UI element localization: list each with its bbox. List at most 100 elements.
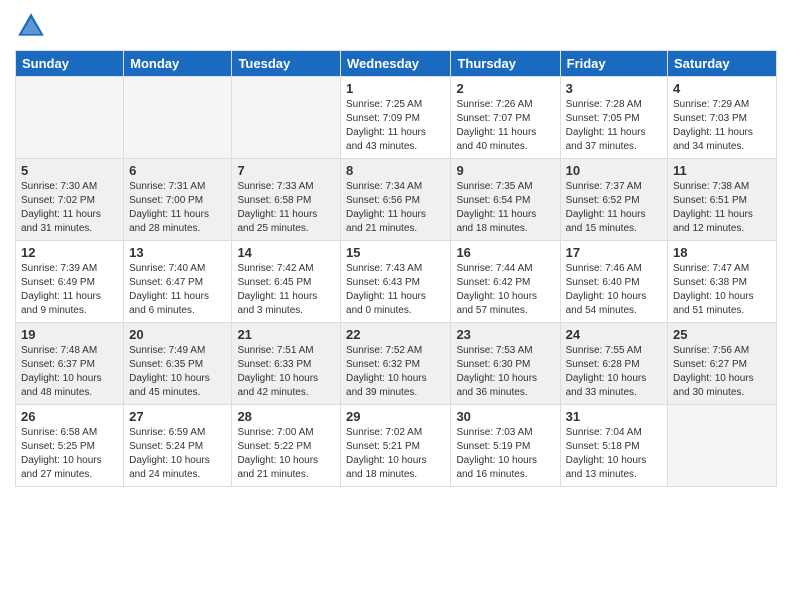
day-info: Sunrise: 7:55 AM Sunset: 6:28 PM Dayligh…: [566, 344, 662, 400]
day-info: Sunrise: 7:29 AM Sunset: 7:03 PM Dayligh…: [673, 98, 771, 154]
col-tuesday: Tuesday: [232, 51, 341, 77]
day-info: Sunrise: 7:00 AM Sunset: 5:22 PM Dayligh…: [237, 426, 335, 482]
day-number: 22: [346, 327, 445, 342]
day-info: Sunrise: 7:31 AM Sunset: 7:00 PM Dayligh…: [129, 180, 226, 236]
calendar-cell: 22 Sunrise: 7:52 AM Sunset: 6:32 PM Dayli…: [341, 323, 451, 405]
day-number: 11: [673, 163, 771, 178]
day-info: Sunrise: 7:51 AM Sunset: 6:33 PM Dayligh…: [237, 344, 335, 400]
calendar-cell: 31 Sunrise: 7:04 AM Sunset: 5:18 PM Dayli…: [560, 405, 667, 487]
calendar-cell: 28 Sunrise: 7:00 AM Sunset: 5:22 PM Dayli…: [232, 405, 341, 487]
day-info: Sunrise: 7:02 AM Sunset: 5:21 PM Dayligh…: [346, 426, 445, 482]
calendar-cell: 25Sunrise: 7:56 AM Sunset: 6:27 PM Dayli…: [668, 323, 777, 405]
day-number: 8: [346, 163, 445, 178]
day-info: Sunrise: 7:56 AM Sunset: 6:27 PM Dayligh…: [673, 344, 771, 400]
day-number: 30: [456, 409, 554, 424]
day-info: Sunrise: 7:03 AM Sunset: 5:19 PM Dayligh…: [456, 426, 554, 482]
day-number: 7: [237, 163, 335, 178]
day-number: 10: [566, 163, 662, 178]
day-number: 1: [346, 81, 445, 96]
day-info: Sunrise: 7:35 AM Sunset: 6:54 PM Dayligh…: [456, 180, 554, 236]
calendar-cell: 20 Sunrise: 7:49 AM Sunset: 6:35 PM Dayli…: [124, 323, 232, 405]
day-info: Sunrise: 7:42 AM Sunset: 6:45 PM Dayligh…: [237, 262, 335, 318]
calendar-cell: 13 Sunrise: 7:40 AM Sunset: 6:47 PM Dayli…: [124, 241, 232, 323]
day-number: 17: [566, 245, 662, 260]
main-container: Sunday Monday Tuesday Wednesday Thursday…: [0, 0, 792, 612]
calendar-cell: 30 Sunrise: 7:03 AM Sunset: 5:19 PM Dayli…: [451, 405, 560, 487]
day-number: 13: [129, 245, 226, 260]
calendar-cell: 27 Sunrise: 6:59 AM Sunset: 5:24 PM Dayli…: [124, 405, 232, 487]
day-number: 31: [566, 409, 662, 424]
calendar-cell: 21 Sunrise: 7:51 AM Sunset: 6:33 PM Dayli…: [232, 323, 341, 405]
day-number: 5: [21, 163, 118, 178]
calendar-cell: 8 Sunrise: 7:34 AM Sunset: 6:56 PM Daylig…: [341, 159, 451, 241]
week-row-3: 19 Sunrise: 7:48 AM Sunset: 6:37 PM Dayli…: [16, 323, 777, 405]
calendar-cell: 9 Sunrise: 7:35 AM Sunset: 6:54 PM Daylig…: [451, 159, 560, 241]
day-number: 3: [566, 81, 662, 96]
calendar-table: Sunday Monday Tuesday Wednesday Thursday…: [15, 50, 777, 487]
day-number: 6: [129, 163, 226, 178]
day-number: 18: [673, 245, 771, 260]
day-info: Sunrise: 7:30 AM Sunset: 7:02 PM Dayligh…: [21, 180, 118, 236]
calendar-cell: 16 Sunrise: 7:44 AM Sunset: 6:42 PM Dayli…: [451, 241, 560, 323]
day-info: Sunrise: 7:28 AM Sunset: 7:05 PM Dayligh…: [566, 98, 662, 154]
col-monday: Monday: [124, 51, 232, 77]
day-info: Sunrise: 7:38 AM Sunset: 6:51 PM Dayligh…: [673, 180, 771, 236]
calendar-cell: 17Sunrise: 7:46 AM Sunset: 6:40 PM Dayli…: [560, 241, 667, 323]
calendar-cell: 23Sunrise: 7:53 AM Sunset: 6:30 PM Dayli…: [451, 323, 560, 405]
calendar-cell: 29 Sunrise: 7:02 AM Sunset: 5:21 PM Dayli…: [341, 405, 451, 487]
header: [15, 10, 777, 42]
week-row-2: 12 Sunrise: 7:39 AM Sunset: 6:49 PM Dayli…: [16, 241, 777, 323]
calendar-cell: [16, 77, 124, 159]
logo: [15, 10, 51, 42]
day-info: Sunrise: 7:37 AM Sunset: 6:52 PM Dayligh…: [566, 180, 662, 236]
calendar-cell: 15Sunrise: 7:43 AM Sunset: 6:43 PM Dayli…: [341, 241, 451, 323]
calendar-cell: [124, 77, 232, 159]
day-number: 23: [456, 327, 554, 342]
day-info: Sunrise: 6:59 AM Sunset: 5:24 PM Dayligh…: [129, 426, 226, 482]
col-saturday: Saturday: [668, 51, 777, 77]
day-number: 15: [346, 245, 445, 260]
col-thursday: Thursday: [451, 51, 560, 77]
day-number: 20: [129, 327, 226, 342]
day-number: 19: [21, 327, 118, 342]
day-number: 14: [237, 245, 335, 260]
calendar-cell: 12 Sunrise: 7:39 AM Sunset: 6:49 PM Dayli…: [16, 241, 124, 323]
calendar-cell: 24Sunrise: 7:55 AM Sunset: 6:28 PM Dayli…: [560, 323, 667, 405]
day-number: 27: [129, 409, 226, 424]
day-number: 12: [21, 245, 118, 260]
day-number: 26: [21, 409, 118, 424]
day-info: Sunrise: 7:47 AM Sunset: 6:38 PM Dayligh…: [673, 262, 771, 318]
calendar-cell: 19 Sunrise: 7:48 AM Sunset: 6:37 PM Dayli…: [16, 323, 124, 405]
day-info: Sunrise: 7:39 AM Sunset: 6:49 PM Dayligh…: [21, 262, 118, 318]
logo-icon: [15, 10, 47, 42]
day-number: 28: [237, 409, 335, 424]
calendar-cell: 14 Sunrise: 7:42 AM Sunset: 6:45 PM Dayli…: [232, 241, 341, 323]
calendar-cell: 2Sunrise: 7:26 AM Sunset: 7:07 PM Daylig…: [451, 77, 560, 159]
day-info: Sunrise: 7:25 AM Sunset: 7:09 PM Dayligh…: [346, 98, 445, 154]
col-sunday: Sunday: [16, 51, 124, 77]
day-info: Sunrise: 7:48 AM Sunset: 6:37 PM Dayligh…: [21, 344, 118, 400]
calendar-cell: 4Sunrise: 7:29 AM Sunset: 7:03 PM Daylig…: [668, 77, 777, 159]
header-row: Sunday Monday Tuesday Wednesday Thursday…: [16, 51, 777, 77]
week-row-0: 1 Sunrise: 7:25 AM Sunset: 7:09 PM Daylig…: [16, 77, 777, 159]
day-number: 21: [237, 327, 335, 342]
day-info: Sunrise: 7:34 AM Sunset: 6:56 PM Dayligh…: [346, 180, 445, 236]
week-row-1: 5 Sunrise: 7:30 AM Sunset: 7:02 PM Daylig…: [16, 159, 777, 241]
calendar-cell: 11 Sunrise: 7:38 AM Sunset: 6:51 PM Dayli…: [668, 159, 777, 241]
day-info: Sunrise: 7:44 AM Sunset: 6:42 PM Dayligh…: [456, 262, 554, 318]
col-friday: Friday: [560, 51, 667, 77]
day-info: Sunrise: 7:40 AM Sunset: 6:47 PM Dayligh…: [129, 262, 226, 318]
day-number: 29: [346, 409, 445, 424]
calendar-cell: 26 Sunrise: 6:58 AM Sunset: 5:25 PM Dayli…: [16, 405, 124, 487]
day-number: 16: [456, 245, 554, 260]
calendar-cell: 5 Sunrise: 7:30 AM Sunset: 7:02 PM Daylig…: [16, 159, 124, 241]
calendar-cell: 18 Sunrise: 7:47 AM Sunset: 6:38 PM Dayli…: [668, 241, 777, 323]
day-number: 9: [456, 163, 554, 178]
day-info: Sunrise: 7:52 AM Sunset: 6:32 PM Dayligh…: [346, 344, 445, 400]
calendar-cell: 7Sunrise: 7:33 AM Sunset: 6:58 PM Daylig…: [232, 159, 341, 241]
day-info: Sunrise: 7:04 AM Sunset: 5:18 PM Dayligh…: [566, 426, 662, 482]
day-info: Sunrise: 6:58 AM Sunset: 5:25 PM Dayligh…: [21, 426, 118, 482]
calendar-cell: [668, 405, 777, 487]
day-info: Sunrise: 7:49 AM Sunset: 6:35 PM Dayligh…: [129, 344, 226, 400]
calendar-cell: 3 Sunrise: 7:28 AM Sunset: 7:05 PM Daylig…: [560, 77, 667, 159]
